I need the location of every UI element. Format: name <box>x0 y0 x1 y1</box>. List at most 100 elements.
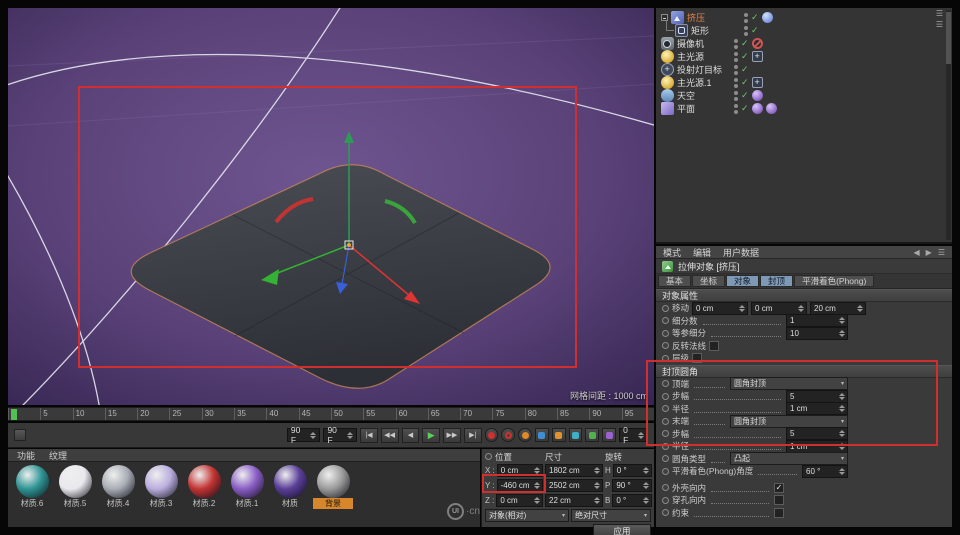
object-properties-header[interactable]: 对象属性 <box>656 289 952 302</box>
rot-h-field[interactable]: 0 ° <box>612 464 652 477</box>
next-key-button[interactable]: ▶▶ <box>443 427 461 443</box>
material-item[interactable]: 材质.5 <box>55 465 95 509</box>
tab-phong[interactable]: 平滑着色(Phong) <box>794 275 875 287</box>
phong-angle-field[interactable]: 60 ° <box>802 464 848 478</box>
material-sphere[interactable] <box>316 465 350 498</box>
enabled-check-icon[interactable]: ✓ <box>741 39 749 48</box>
object-row-main-light[interactable]: 主光源 ✓ <box>656 50 952 63</box>
material-sphere[interactable] <box>230 465 264 498</box>
material-item[interactable]: 材质.3 <box>141 465 181 509</box>
spinner[interactable] <box>347 431 354 439</box>
anim-dot[interactable] <box>662 467 669 475</box>
cap-start-dropdown[interactable]: 圆角封顶 ▾ <box>730 377 848 391</box>
steps-field[interactable]: 5 <box>786 427 848 441</box>
steps-field[interactable]: 5 <box>786 389 848 403</box>
object-label[interactable]: 天空 <box>677 89 695 102</box>
record-pla-toggle[interactable] <box>602 428 617 442</box>
texture-tag-icon[interactable] <box>751 103 763 114</box>
timeline-options-icon[interactable] <box>14 429 26 441</box>
menu-mode[interactable]: 模式 <box>663 246 681 259</box>
visibility-dots[interactable] <box>734 51 738 62</box>
material-item[interactable]: 材质.6 <box>12 465 52 509</box>
tab-object[interactable]: 对象 <box>726 275 760 287</box>
history-back-icon[interactable]: ◀ <box>914 248 920 257</box>
enabled-check-icon[interactable]: ✓ <box>751 26 759 35</box>
anim-dot[interactable] <box>662 484 669 492</box>
size-z-field[interactable]: 22 cm <box>545 494 603 507</box>
material-item[interactable]: 材质 <box>270 465 310 509</box>
pos-z-field[interactable]: 0 cm <box>496 494 543 507</box>
anim-dot[interactable] <box>662 392 669 400</box>
hole-inward-checkbox[interactable] <box>774 495 784 506</box>
anim-dot[interactable] <box>662 430 669 438</box>
object-row-extrude[interactable]: 挤压 ✓ <box>656 11 952 24</box>
lock-icon[interactable]: ☰ <box>938 248 945 257</box>
record-position-toggle[interactable] <box>535 428 549 442</box>
anim-dot[interactable] <box>662 304 669 312</box>
object-label[interactable]: 平面 <box>677 102 695 115</box>
material-menu-functions[interactable]: 功能 <box>17 449 35 462</box>
go-to-start-button[interactable]: |◀ <box>360 427 378 443</box>
flip-normals-checkbox[interactable] <box>709 340 720 351</box>
radius-field[interactable]: 1 cm <box>786 402 848 416</box>
material-sphere[interactable] <box>101 465 135 498</box>
enabled-check-icon[interactable]: ✓ <box>751 13 759 22</box>
record-rotation-toggle[interactable] <box>568 428 583 442</box>
iso-subdivision-field[interactable]: 10 <box>786 326 848 340</box>
rot-p-field[interactable]: 90 ° <box>612 479 652 492</box>
target-tag-icon[interactable] <box>751 51 763 62</box>
material-sphere[interactable] <box>58 465 92 498</box>
object-label[interactable]: 摄像机 <box>677 37 704 50</box>
play-button[interactable]: ▶ <box>422 427 441 443</box>
material-item[interactable]: 材质.4 <box>98 465 138 509</box>
anim-dot[interactable] <box>662 455 669 463</box>
timeline-ruler[interactable]: 0 5 10 15 20 25 30 35 40 45 50 55 60 65 … <box>8 407 654 421</box>
size-x-field[interactable]: 1802 cm <box>545 464 603 477</box>
target-tag-icon[interactable] <box>751 77 763 88</box>
coord-mode-dropdown[interactable]: 对象(相对) ▾ <box>485 509 569 522</box>
object-row-camera[interactable]: 摄像机 ✓ <box>656 37 952 50</box>
anim-dot[interactable] <box>662 405 669 413</box>
visibility-dots[interactable] <box>734 90 738 101</box>
visibility-dots[interactable] <box>734 64 738 75</box>
anim-dot[interactable] <box>662 509 669 517</box>
move-y-field[interactable]: 0 cm <box>751 301 808 315</box>
material-item-selected[interactable]: 背景 <box>313 465 353 509</box>
anim-dot[interactable] <box>662 329 669 337</box>
spinner[interactable] <box>638 431 645 439</box>
anim-dot[interactable] <box>662 417 669 425</box>
history-forward-icon[interactable]: ▶ <box>926 248 932 257</box>
coord-size-mode-dropdown[interactable]: 绝对尺寸 ▾ <box>571 509 651 522</box>
texture-tag-icon[interactable] <box>751 90 763 101</box>
anim-dot[interactable] <box>662 342 669 350</box>
visibility-dots[interactable] <box>744 12 748 23</box>
object-label[interactable]: 矩形 <box>691 24 709 37</box>
previous-key-button[interactable]: ◀◀ <box>380 427 399 443</box>
material-sphere[interactable] <box>15 465 49 498</box>
anim-dot[interactable] <box>662 496 669 504</box>
material-sphere[interactable] <box>144 465 178 498</box>
previous-frame-button[interactable]: ◀ <box>401 427 420 443</box>
texture-tag-icon[interactable] <box>765 103 777 114</box>
object-label[interactable]: 投射灯目标 <box>677 63 722 76</box>
range-end-field[interactable]: 90 F <box>323 425 358 445</box>
visibility-dots[interactable] <box>734 38 738 49</box>
tab-coordinates[interactable]: 坐标 <box>692 275 726 287</box>
record-parameter-toggle[interactable] <box>585 428 600 442</box>
autokey-button[interactable] <box>501 428 516 442</box>
rot-b-field[interactable]: 0 ° <box>612 494 652 507</box>
anim-dot[interactable] <box>662 442 669 450</box>
record-scale-toggle[interactable] <box>551 428 566 442</box>
hull-inward-checkbox[interactable]: ✓ <box>774 482 784 493</box>
visibility-dots[interactable] <box>734 103 738 114</box>
object-row-sky[interactable]: 天空 ✓ <box>656 89 952 102</box>
range-start-field[interactable]: 90 F <box>286 425 321 445</box>
material-sphere[interactable] <box>273 465 307 498</box>
menu-userdata[interactable]: 用户数据 <box>723 246 759 259</box>
object-label[interactable]: 主光源.1 <box>677 76 712 89</box>
anim-dot[interactable] <box>485 453 492 460</box>
object-label[interactable]: 主光源 <box>677 50 704 63</box>
anim-dot[interactable] <box>662 317 669 325</box>
collapse-toggle-icon[interactable] <box>661 14 668 21</box>
tab-caps[interactable]: 封顶 <box>760 275 794 287</box>
